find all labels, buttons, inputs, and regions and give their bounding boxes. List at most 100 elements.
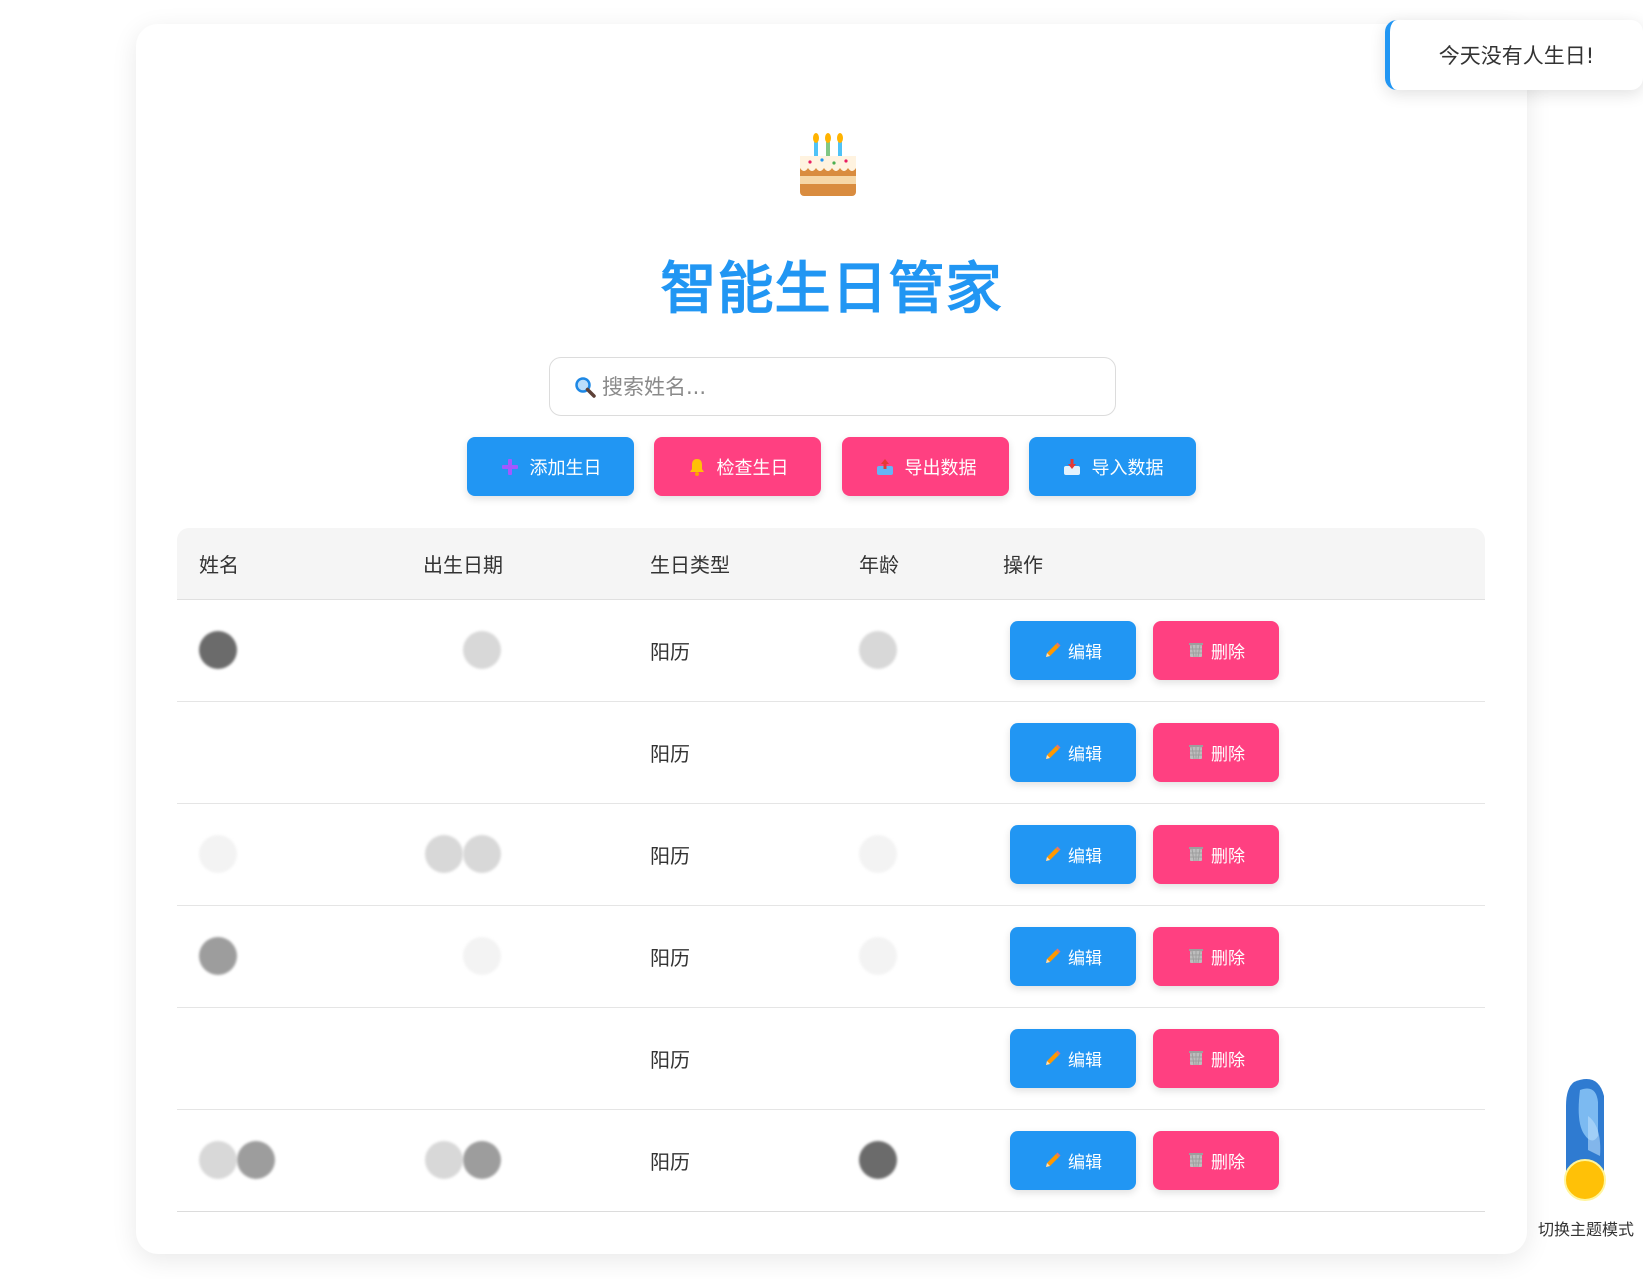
pencil-icon xyxy=(1046,846,1061,861)
birthday-cake-icon xyxy=(800,133,856,196)
birthday-table: 姓名 出生日期 生日类型 年龄 操作 阳历 编辑 删除 阳历 编辑 删除 阳历 … xyxy=(177,528,1485,1212)
delete-label: 删除 xyxy=(1211,846,1245,867)
birth-date-cell xyxy=(401,1109,628,1212)
delete-button[interactable]: 删除 xyxy=(1153,926,1279,986)
redacted-date xyxy=(425,1141,463,1179)
redacted-date xyxy=(423,731,461,769)
search-box[interactable] xyxy=(549,357,1116,416)
theme-toggle[interactable]: 切换主题模式 xyxy=(1538,1076,1634,1246)
table-row: 阳历 编辑 删除 xyxy=(177,599,1485,702)
notification-toast: 今天没有人生日! xyxy=(1385,20,1643,90)
age-cell xyxy=(837,1109,981,1212)
table-row: 阳历 编辑 删除 xyxy=(177,803,1485,906)
birthday-type-cell: 阳历 xyxy=(628,701,837,804)
delete-button[interactable]: 删除 xyxy=(1153,824,1279,884)
theme-toggle-icon xyxy=(1564,1079,1606,1201)
redacted-name xyxy=(199,731,237,769)
edit-button[interactable]: 编辑 xyxy=(1010,1028,1136,1088)
wastebasket-icon xyxy=(1189,949,1203,964)
table-row: 阳历 编辑 删除 xyxy=(177,701,1485,804)
age-cell xyxy=(837,905,981,1008)
delete-button[interactable]: 删除 xyxy=(1153,1028,1279,1088)
theme-toggle-label: 切换主题模式 xyxy=(1538,1220,1635,1239)
name-cell xyxy=(177,1109,401,1212)
edit-label: 编辑 xyxy=(1068,744,1102,765)
add-birthday-label: 添加生日 xyxy=(529,457,602,479)
age-cell xyxy=(837,1007,981,1110)
table-header-row: 姓名 出生日期 生日类型 年龄 操作 xyxy=(177,528,1485,600)
birthday-type-cell: 阳历 xyxy=(628,599,837,702)
header-birthday-type: 生日类型 xyxy=(628,528,837,600)
toast-message: 今天没有人生日! xyxy=(1438,44,1595,68)
edit-label: 编辑 xyxy=(1068,642,1102,663)
actions-cell: 编辑 删除 xyxy=(981,1007,1485,1110)
birth-date-cell xyxy=(401,599,628,702)
edit-button[interactable]: 编辑 xyxy=(1010,824,1136,884)
birthday-type-cell: 阳历 xyxy=(628,1007,837,1110)
wastebasket-icon xyxy=(1189,745,1203,760)
wastebasket-icon xyxy=(1189,643,1203,658)
redacted-date xyxy=(463,1141,501,1179)
actions-cell: 编辑 删除 xyxy=(981,701,1485,804)
redacted-age xyxy=(859,731,897,769)
export-data-label: 导出数据 xyxy=(904,457,977,479)
check-birthday-label: 检查生日 xyxy=(716,457,789,479)
redacted-name xyxy=(199,1141,237,1179)
edit-button[interactable]: 编辑 xyxy=(1010,1130,1136,1190)
age-cell xyxy=(837,803,981,906)
redacted-date xyxy=(463,937,501,975)
name-cell xyxy=(177,803,401,906)
add-birthday-button[interactable]: 添加生日 xyxy=(467,437,634,496)
actions-cell: 编辑 删除 xyxy=(981,905,1485,1008)
edit-label: 编辑 xyxy=(1068,948,1102,969)
redacted-age xyxy=(859,1141,897,1179)
delete-button[interactable]: 删除 xyxy=(1153,620,1279,680)
redacted-date xyxy=(423,1037,461,1075)
redacted-age xyxy=(859,835,897,873)
delete-button[interactable]: 删除 xyxy=(1153,722,1279,782)
delete-label: 删除 xyxy=(1211,1050,1245,1071)
redacted-date xyxy=(425,835,463,873)
header-name: 姓名 xyxy=(177,528,401,600)
delete-label: 删除 xyxy=(1211,744,1245,765)
redacted-date xyxy=(463,835,501,873)
age-cell xyxy=(837,701,981,804)
wastebasket-icon xyxy=(1189,1051,1203,1066)
redacted-name xyxy=(199,1037,237,1075)
magnifier-icon xyxy=(575,376,596,398)
header-actions: 操作 xyxy=(981,528,1485,600)
header-age: 年龄 xyxy=(837,528,981,600)
birth-date-cell xyxy=(401,905,628,1008)
inbox-tray-icon xyxy=(1063,458,1080,475)
actions-cell: 编辑 删除 xyxy=(981,1109,1485,1212)
export-data-button[interactable]: 导出数据 xyxy=(842,437,1009,496)
table-row: 阳历 编辑 删除 xyxy=(177,1109,1485,1212)
birthday-type-cell: 阳历 xyxy=(628,1109,837,1212)
redacted-age xyxy=(859,631,897,669)
delete-button[interactable]: 删除 xyxy=(1153,1130,1279,1190)
edit-label: 编辑 xyxy=(1068,1152,1102,1173)
edit-button[interactable]: 编辑 xyxy=(1010,926,1136,986)
birthday-type-cell: 阳历 xyxy=(628,803,837,906)
search-input[interactable] xyxy=(600,373,1100,400)
import-data-label: 导入数据 xyxy=(1091,457,1164,479)
name-cell xyxy=(177,701,401,804)
wastebasket-icon xyxy=(1189,847,1203,862)
pencil-icon xyxy=(1046,1152,1061,1167)
edit-button[interactable]: 编辑 xyxy=(1010,620,1136,680)
birthday-type-cell: 阳历 xyxy=(628,905,837,1008)
outbox-tray-icon xyxy=(876,458,893,475)
delete-label: 删除 xyxy=(1211,642,1245,663)
pencil-icon xyxy=(1046,948,1061,963)
delete-label: 删除 xyxy=(1211,1152,1245,1173)
table-row: 阳历 编辑 删除 xyxy=(177,1007,1485,1110)
check-birthday-button[interactable]: 检查生日 xyxy=(654,437,821,496)
birth-date-cell xyxy=(401,701,628,804)
edit-button[interactable]: 编辑 xyxy=(1010,722,1136,782)
bell-icon xyxy=(689,458,704,476)
name-cell xyxy=(177,599,401,702)
wastebasket-icon xyxy=(1189,1153,1203,1168)
import-data-button[interactable]: 导入数据 xyxy=(1029,437,1196,496)
name-cell xyxy=(177,1007,401,1110)
birth-date-cell xyxy=(401,803,628,906)
